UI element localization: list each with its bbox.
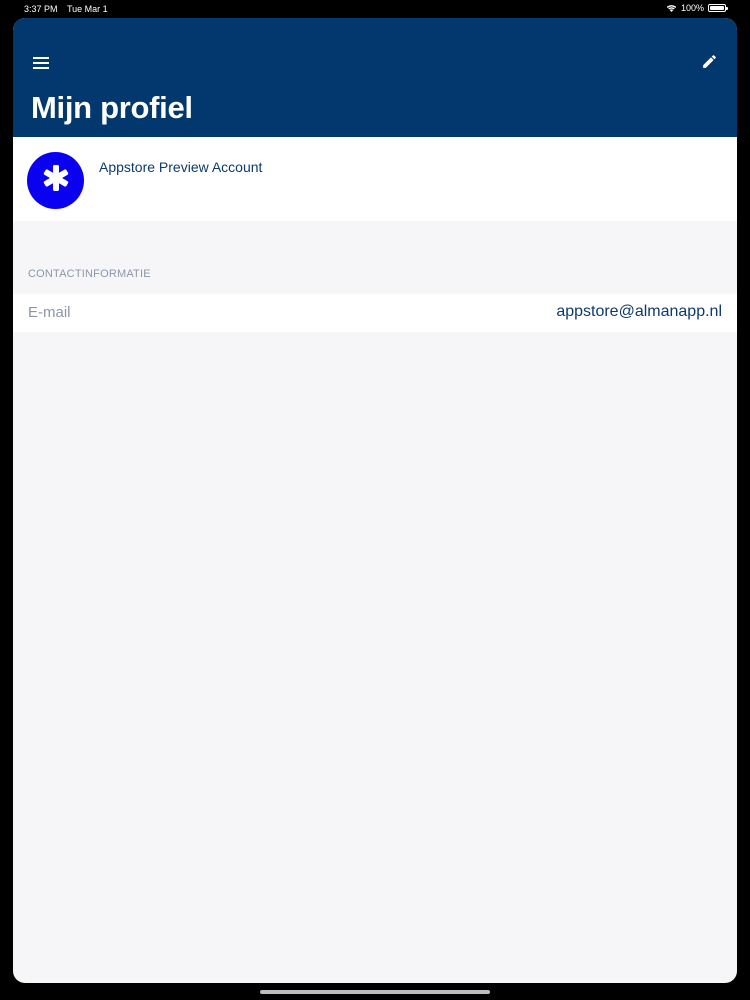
status-bar: 3:37 PM Tue Mar 1 100% [0,0,750,18]
contact-section-title: CONTACTINFORMATIE [28,268,151,280]
asterisk-icon [42,164,70,197]
battery-icon [708,4,728,12]
avatar [27,152,84,209]
app-screen: Mijn profiel Appstore Preview Account CO… [13,18,737,983]
email-row[interactable]: E-mail appstore@almanapp.nl [13,294,737,332]
email-value[interactable]: appstore@almanapp.nl [556,303,722,321]
battery-percent: 100% [680,3,704,13]
email-label: E-mail [28,304,71,321]
status-date: Tue Mar 1 [67,4,108,14]
navigation-header: Mijn profiel [13,18,737,137]
menu-button[interactable] [30,55,52,75]
menu-icon [33,56,49,74]
profile-card: Appstore Preview Account [13,137,737,221]
account-name: Appstore Preview Account [99,159,263,175]
status-indicators: 100% [666,3,728,13]
pencil-icon [701,53,718,75]
page-title: Mijn profiel [31,90,193,125]
edit-profile-button[interactable] [698,53,720,75]
wifi-icon [666,4,677,13]
status-time: 3:37 PM [24,4,58,14]
home-indicator[interactable] [260,990,490,994]
